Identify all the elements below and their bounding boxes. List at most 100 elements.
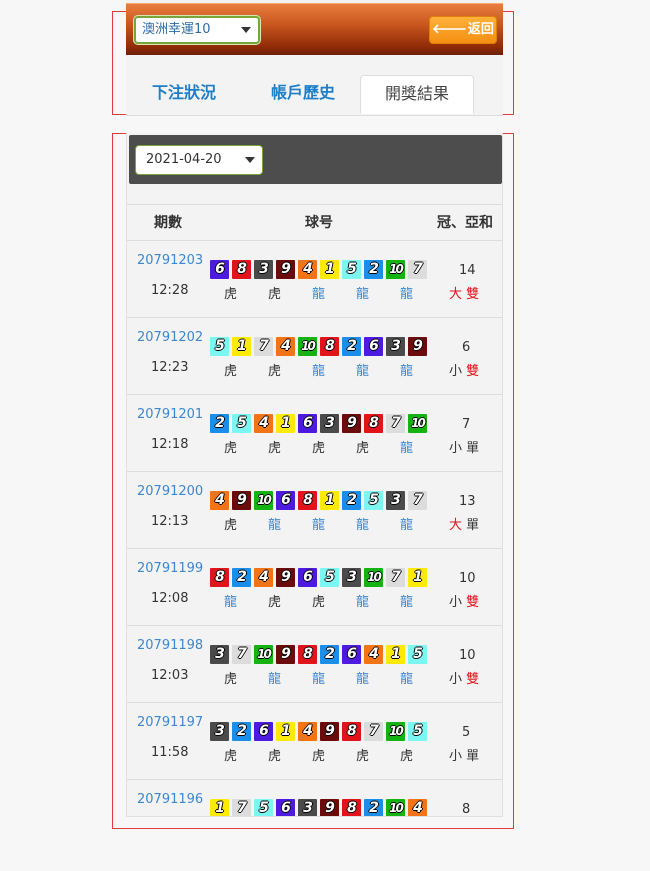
draw-time: 12:18: [151, 437, 189, 452]
dragon-tiger-result: 虎: [224, 287, 238, 302]
ball: 4: [254, 414, 273, 433]
size-odd-even: 小 雙: [449, 668, 479, 687]
sum-value: 14: [459, 263, 476, 278]
odd-even-result: 單: [466, 518, 480, 533]
period-link[interactable]: 20791199: [137, 561, 203, 576]
ball: 5: [210, 337, 229, 356]
tab-bar: 下注狀況 帳戶歷史 開獎結果: [126, 75, 503, 116]
dragon-tiger-result: 龍: [356, 287, 370, 302]
sum-value: 10: [459, 648, 476, 663]
dragon-tiger-result: 龍: [400, 672, 414, 687]
size-odd-even: 大 雙: [449, 283, 479, 302]
ball: 1: [276, 722, 295, 741]
period-link[interactable]: 20791200: [137, 484, 203, 499]
ball: 9: [276, 568, 295, 587]
ball: 5: [254, 799, 273, 816]
column-header-period: 期數: [154, 215, 182, 231]
ball: 3: [342, 568, 361, 587]
ball: 4: [276, 337, 295, 356]
draw-time: 12:03: [151, 668, 189, 683]
ball: 8: [210, 568, 229, 587]
dragon-tiger-result: 虎: [224, 672, 238, 687]
period-link[interactable]: 20791197: [137, 715, 203, 730]
table-row: 20791201 12:18 2 5 4 1 6 3 9 8 7 10 虎虎虎虎龍 7 小 單: [127, 395, 502, 472]
ball: 5: [364, 491, 383, 510]
odd-even-result: 單: [466, 441, 480, 456]
dragon-tiger-result: 虎: [356, 441, 370, 456]
ball: 5: [408, 722, 427, 741]
ball: 8: [342, 722, 361, 741]
dragon-tiger-result: 龍: [312, 672, 326, 687]
ball: 7: [386, 414, 405, 433]
ball: 7: [364, 722, 383, 741]
ball: 1: [320, 491, 339, 510]
dragon-tiger-result: 虎: [268, 595, 282, 610]
dragon-tiger-result: 龍: [268, 672, 282, 687]
dragon-tiger-result: 虎: [268, 287, 282, 302]
size-result: 小: [449, 595, 463, 610]
ball: 7: [408, 260, 427, 279]
draw-time: 11:58: [151, 745, 189, 760]
size-result: 大: [449, 518, 463, 533]
size-odd-even: 小 雙: [449, 360, 479, 379]
ball: 4: [254, 568, 273, 587]
results-table: 期數 球号 冠、亞和 20791203 12:28 6 8 3 9 4 1 5 2 10 7 虎虎龍龍龍…: [127, 204, 502, 816]
dragon-tiger-result: 龍: [356, 364, 370, 379]
date-select-value: 2021-04-20: [146, 152, 222, 167]
ball: 1: [210, 799, 229, 816]
ball: 10: [298, 337, 317, 356]
table-row: 20791197 11:58 3 2 6 1 4 9 8 7 10 5 虎虎虎虎虎 5 小 單: [127, 703, 502, 780]
odd-even-result: 雙: [466, 287, 480, 302]
lottery-select-value: 澳洲幸運10: [142, 22, 211, 37]
dragon-tiger-result: 龍: [400, 441, 414, 456]
size-result: 小: [449, 749, 463, 764]
period-link[interactable]: 20791198: [137, 638, 203, 653]
tab-bet-status[interactable]: 下注狀況: [134, 75, 234, 113]
table-row: 20791198 12:03 3 7 10 9 8 2 6 4 1 5 虎龍龍龍龍 10 小 雙: [127, 626, 502, 703]
ball: 6: [298, 414, 317, 433]
ball: 7: [386, 568, 405, 587]
ball: 1: [408, 568, 427, 587]
period-link[interactable]: 20791202: [137, 330, 203, 345]
header-bar: 澳洲幸運10 🡐返回: [126, 3, 503, 55]
ball: 4: [364, 645, 383, 664]
lottery-select[interactable]: 澳洲幸運10: [134, 16, 260, 44]
ball: 10: [386, 799, 405, 816]
ball: 1: [232, 337, 251, 356]
back-button-label: 返回: [467, 22, 494, 37]
tab-account-history[interactable]: 帳戶歷史: [248, 75, 358, 113]
ball: 2: [364, 260, 383, 279]
ball-list: 8 2 4 9 6 5 3 10 7 1: [210, 568, 432, 588]
period-link[interactable]: 20791203: [137, 253, 203, 268]
dragon-tiger-result: 虎: [312, 595, 326, 610]
ball: 1: [320, 260, 339, 279]
draw-time: 12:13: [151, 514, 189, 529]
dragon-tiger-result: 龍: [312, 364, 326, 379]
top-panel: 澳洲幸運10 🡐返回 下注狀況 帳戶歷史 開獎結果: [126, 0, 503, 116]
ball: 3: [386, 337, 405, 356]
chevron-down-icon: [245, 157, 255, 163]
size-result: 大: [449, 287, 463, 302]
ball: 8: [232, 260, 251, 279]
dragon-tiger-result: 虎: [312, 749, 326, 764]
period-link[interactable]: 20791201: [137, 407, 203, 422]
ball: 2: [232, 568, 251, 587]
column-header-sum: 冠、亞和: [437, 215, 493, 231]
ball: 9: [276, 645, 295, 664]
date-select[interactable]: 2021-04-20: [135, 145, 263, 175]
dragon-tiger-result: 龍: [312, 518, 326, 533]
ball: 9: [232, 491, 251, 510]
sum-value: 7: [462, 417, 471, 432]
size-result: 小: [449, 672, 463, 687]
ball: 6: [276, 491, 295, 510]
back-button[interactable]: 🡐返回: [429, 16, 497, 44]
ball: 5: [320, 568, 339, 587]
table-row: 20791202 12:23 5 1 7 4 10 8 2 6 3 9 虎虎龍龍龍 6 小 雙: [127, 318, 502, 395]
dragon-tiger-result: 虎: [224, 364, 238, 379]
ball: 8: [298, 491, 317, 510]
dragon-tiger-result: 龍: [400, 364, 414, 379]
ball: 6: [210, 260, 229, 279]
period-link[interactable]: 20791196: [137, 792, 203, 807]
tab-draw-results[interactable]: 開獎結果: [360, 75, 474, 114]
ball: 6: [276, 799, 295, 816]
